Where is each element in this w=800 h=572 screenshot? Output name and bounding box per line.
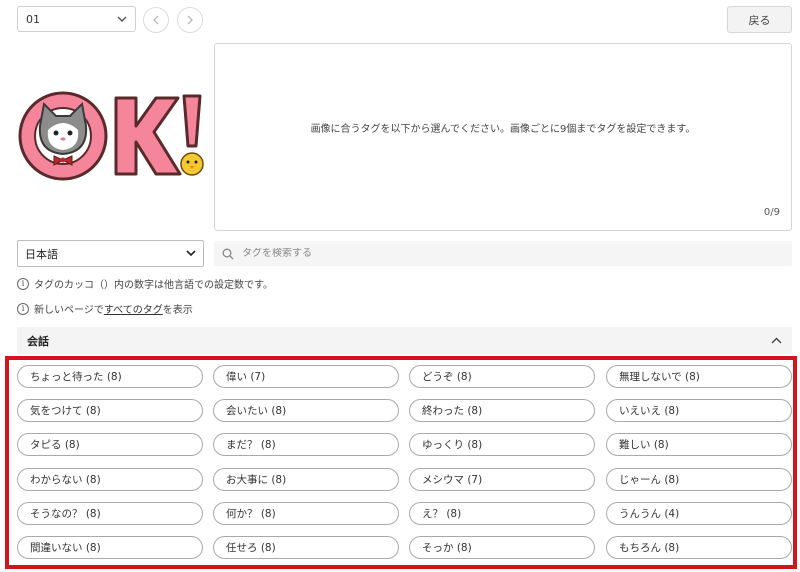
- search-icon: [222, 248, 234, 259]
- tag-button[interactable]: 偉い (7): [213, 365, 399, 388]
- tag-button[interactable]: そうなの？ (8): [17, 501, 203, 525]
- tag-button[interactable]: お大事に (8): [213, 467, 399, 491]
- tag-button[interactable]: いえいえ (8): [606, 399, 792, 423]
- language-select[interactable]: 日本語: [17, 240, 204, 267]
- tag-button[interactable]: そっか (8): [409, 536, 595, 559]
- tag-button[interactable]: まだ？ (8): [213, 433, 399, 457]
- tag-button[interactable]: 気をつけて (8): [17, 399, 203, 423]
- tag-button[interactable]: 間違いない (8): [17, 536, 203, 559]
- tag-button[interactable]: 終わった (8): [409, 399, 595, 423]
- tag-button[interactable]: タピる (8): [17, 433, 203, 457]
- info-all-tags: i 新しいページで すべてのタグ を表示: [17, 301, 193, 316]
- tag-search[interactable]: [214, 241, 792, 266]
- chevron-down-icon: [186, 247, 196, 260]
- info-text-1: タグのカッコ（）内の数字は他言語での設定数です。: [34, 280, 273, 291]
- tag-instruction: 画像に合うタグを以下から選んでください。画像ごとに9個までタグを設定できます。: [310, 124, 696, 135]
- chevron-down-icon: [117, 14, 127, 24]
- tag-button[interactable]: 無理しないで (8): [606, 365, 792, 388]
- info-tag-count-note: i タグのカッコ（）内の数字は他言語での設定数です。: [17, 276, 273, 291]
- back-button[interactable]: 戻る: [727, 6, 792, 33]
- page-select[interactable]: 01: [17, 6, 136, 32]
- tag-button[interactable]: ゆっくり (8): [409, 433, 595, 457]
- tag-button[interactable]: もちろん (8): [606, 536, 792, 559]
- tag-button[interactable]: え？ (8): [409, 501, 595, 525]
- page-select-value: 01: [26, 12, 40, 26]
- tag-button[interactable]: メシウマ (7): [409, 467, 595, 491]
- prev-button[interactable]: [143, 7, 169, 33]
- section-header-conversation[interactable]: 会話: [17, 327, 792, 354]
- chevron-up-icon: [771, 334, 782, 347]
- chevron-right-icon: [187, 15, 193, 25]
- next-button[interactable]: [177, 7, 203, 33]
- section-title: 会話: [27, 334, 49, 348]
- tag-button[interactable]: ちょっと待った (8): [17, 365, 203, 388]
- tag-button[interactable]: 会いたい (8): [213, 399, 399, 423]
- tag-button[interactable]: わからない (8): [17, 467, 203, 491]
- tag-button[interactable]: 何か？ (8): [213, 501, 399, 525]
- tag-button[interactable]: 任せろ (8): [213, 536, 399, 559]
- selected-tags-panel[interactable]: 画像に合うタグを以下から選んでください。画像ごとに9個までタグを設定できます。 …: [214, 43, 792, 231]
- info-icon: i: [17, 302, 29, 315]
- chevron-left-icon: [153, 15, 159, 25]
- language-select-value: 日本語: [25, 247, 58, 261]
- info-text-2-prefix: 新しいページで: [34, 305, 104, 316]
- tag-button[interactable]: じゃーん (8): [606, 467, 792, 491]
- tag-button[interactable]: うんうん (4): [606, 501, 792, 525]
- tag-button[interactable]: 難しい (8): [606, 433, 792, 457]
- info-text-2-suffix: を表示: [162, 305, 193, 316]
- all-tags-link[interactable]: すべてのタグ: [104, 301, 163, 316]
- search-input[interactable]: [242, 248, 542, 259]
- tag-count: 0/9: [763, 207, 780, 218]
- tag-button[interactable]: どうぞ (8): [409, 365, 595, 388]
- sticker-image: [16, 86, 206, 186]
- info-icon: i: [17, 277, 29, 290]
